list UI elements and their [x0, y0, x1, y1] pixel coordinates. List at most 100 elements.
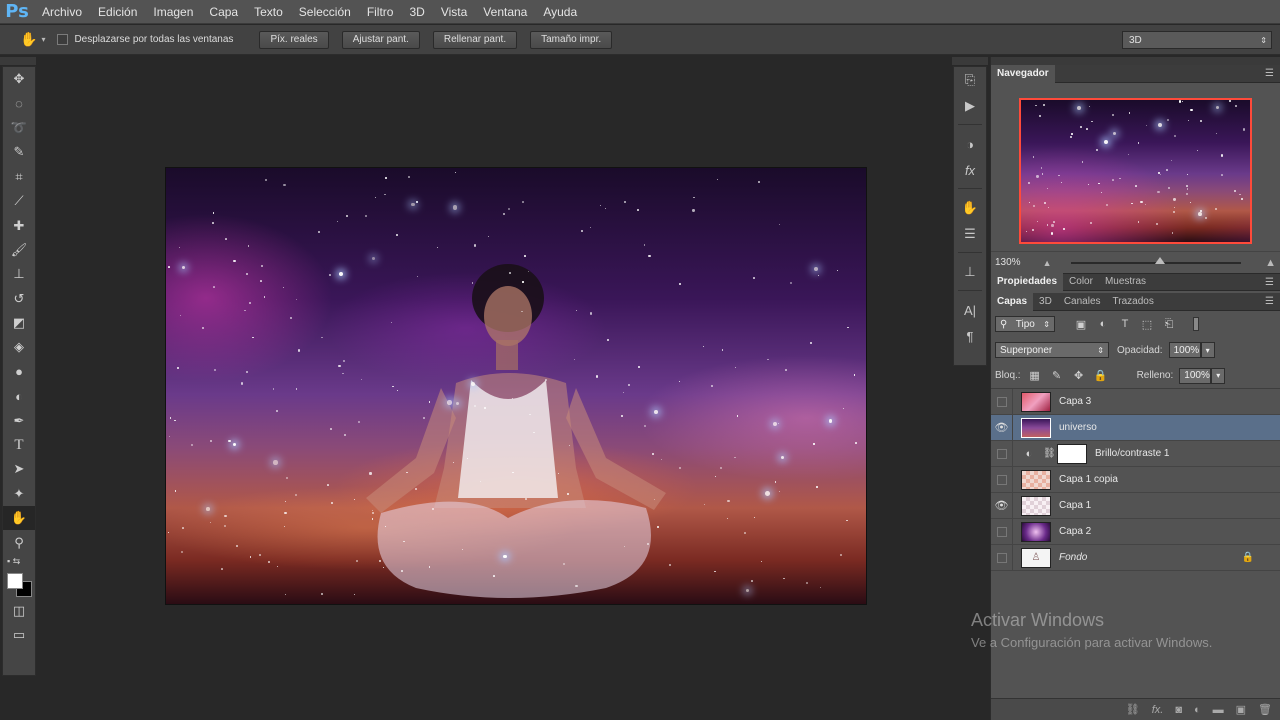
layer-style-fx-icon[interactable]: fx.: [1152, 704, 1164, 716]
menu-ventana[interactable]: Ventana: [475, 0, 535, 24]
scroll-all-checkbox[interactable]: [57, 34, 69, 45]
visibility-toggle[interactable]: [991, 388, 1013, 415]
eyedropper-tool-icon[interactable]: ⟋: [3, 189, 35, 213]
fit-screen-button[interactable]: Ajustar pant.: [341, 30, 420, 49]
print-size-button[interactable]: Tamaño impr.: [530, 30, 613, 49]
menu-ayuda[interactable]: Ayuda: [535, 0, 585, 24]
brush-presets-panel-icon[interactable]: ☰: [954, 221, 986, 247]
layer-row-fondo[interactable]: ♙ Fondo 🔒: [991, 544, 1280, 571]
history-brush-tool-icon[interactable]: ↺: [3, 287, 35, 311]
layer-row-capa-1-copia[interactable]: Capa 1 copia: [991, 466, 1280, 493]
zoom-tool-icon[interactable]: ⚲: [3, 530, 35, 554]
tab-color[interactable]: Color: [1063, 273, 1099, 291]
styles-panel-icon[interactable]: fx: [954, 157, 986, 183]
quick-selection-tool-icon[interactable]: ✎: [3, 140, 35, 164]
zoom-slider-knob[interactable]: [1155, 257, 1165, 264]
dodge-tool-icon[interactable]: ◐: [3, 384, 35, 408]
menu-capa[interactable]: Capa: [201, 0, 246, 24]
history-panel-icon[interactable]: ⎘: [954, 67, 986, 93]
lock-all-icon[interactable]: 🔒: [1093, 369, 1109, 382]
swap-colors-icon[interactable]: ▪ ⇆: [3, 555, 35, 569]
clone-stamp-tool-icon[interactable]: ⊥: [3, 262, 35, 286]
opacity-input[interactable]: 100%: [1168, 342, 1201, 358]
paragraph-panel-icon[interactable]: ¶: [954, 323, 986, 349]
filter-type-icon[interactable]: T: [1117, 318, 1133, 330]
lock-pixels-icon[interactable]: ✎: [1049, 369, 1065, 382]
visibility-toggle[interactable]: [991, 518, 1013, 545]
actual-pixels-button[interactable]: Píx. reales: [259, 30, 329, 49]
color-swatches[interactable]: [3, 569, 35, 599]
healing-brush-tool-icon[interactable]: ✚: [3, 213, 35, 237]
filter-toggle-switch[interactable]: [1193, 317, 1199, 331]
hand-tool-icon[interactable]: ✋: [20, 31, 37, 48]
fill-dropdown[interactable]: ▾: [1211, 367, 1226, 384]
menu-imagen[interactable]: Imagen: [145, 0, 201, 24]
tab-layers[interactable]: Capas: [991, 292, 1034, 311]
visibility-toggle[interactable]: [991, 544, 1013, 571]
fill-input[interactable]: 100%: [1179, 367, 1212, 384]
tab-navigator[interactable]: Navegador: [991, 64, 1055, 83]
quick-mask-icon[interactable]: ◫: [3, 599, 35, 623]
layer-row-brillo-contraste-1[interactable]: ◐ ⛓ Brillo/contraste 1: [991, 440, 1280, 467]
layer-row-capa-2[interactable]: Capa 2: [991, 518, 1280, 545]
pen-tool-icon[interactable]: ✒: [3, 408, 35, 432]
panel-menu-icon[interactable]: ☰: [1265, 277, 1274, 288]
visibility-toggle[interactable]: [991, 466, 1013, 493]
tools-panel-collapse-bar[interactable]: [0, 57, 36, 65]
eye-icon[interactable]: 👁: [991, 492, 1013, 519]
lock-transparent-icon[interactable]: ▦: [1027, 369, 1043, 382]
new-layer-icon[interactable]: ▣: [1236, 703, 1246, 716]
tab-properties[interactable]: Propiedades: [991, 273, 1064, 291]
filter-shape-icon[interactable]: ⬚: [1139, 318, 1155, 331]
add-mask-icon[interactable]: ◙: [1175, 704, 1182, 716]
character-panel-icon[interactable]: A|: [954, 297, 986, 323]
zoom-in-icon[interactable]: ▲: [1265, 257, 1276, 269]
document-canvas[interactable]: [165, 167, 867, 605]
menu-seleccion[interactable]: Selección: [291, 0, 359, 24]
lasso-tool-icon[interactable]: ➰: [3, 116, 35, 140]
zoom-value[interactable]: 130%: [995, 257, 1021, 268]
new-adjustment-layer-icon[interactable]: ◐: [1194, 704, 1201, 716]
filter-pixel-icon[interactable]: ▣: [1073, 318, 1089, 331]
new-group-icon[interactable]: ▬: [1213, 704, 1224, 716]
path-selection-tool-icon[interactable]: ➤: [3, 457, 35, 481]
tab-swatches[interactable]: Muestras: [1099, 273, 1152, 291]
icon-dock-collapse-bar[interactable]: [952, 57, 988, 65]
trash-icon[interactable]: 🗑: [1258, 703, 1272, 716]
type-tool-icon[interactable]: T: [3, 433, 35, 457]
marquee-tool-icon[interactable]: ◌: [3, 91, 35, 115]
eraser-tool-icon[interactable]: ◩: [3, 311, 35, 335]
navigator-thumbnail[interactable]: [1019, 98, 1252, 244]
menu-texto[interactable]: Texto: [246, 0, 291, 24]
scroll-all-windows-option[interactable]: Desplazarse por todas las ventanas: [57, 34, 233, 45]
tab-3d[interactable]: 3D: [1033, 293, 1058, 311]
menu-edicion[interactable]: Edición: [90, 0, 145, 24]
layer-row-universo[interactable]: 👁 universo: [991, 414, 1280, 441]
menu-filtro[interactable]: Filtro: [359, 0, 402, 24]
clone-source-panel-icon[interactable]: ⊥: [954, 259, 986, 285]
zoom-out-icon[interactable]: ▲: [1043, 258, 1052, 268]
opacity-dropdown[interactable]: ▾: [1200, 342, 1215, 358]
layer-row-capa-1[interactable]: 👁 Capa 1: [991, 492, 1280, 519]
tab-paths[interactable]: Trazados: [1107, 293, 1160, 311]
filter-adjustment-icon[interactable]: ◐: [1095, 318, 1111, 330]
layer-row-capa-3[interactable]: Capa 3: [991, 388, 1280, 415]
lock-position-icon[interactable]: ✥: [1071, 369, 1087, 382]
menu-3d[interactable]: 3D: [401, 0, 432, 24]
link-icon[interactable]: ⛓: [1043, 448, 1056, 459]
eye-icon[interactable]: 👁: [991, 414, 1013, 441]
blend-mode-select[interactable]: Superponer ⇕: [995, 342, 1109, 358]
paint-bucket-tool-icon[interactable]: ◈: [3, 335, 35, 359]
visibility-toggle[interactable]: [991, 440, 1013, 467]
crop-tool-icon[interactable]: ⌗: [3, 165, 35, 189]
workspace-select[interactable]: 3D ⇕: [1122, 31, 1272, 49]
menu-vista[interactable]: Vista: [433, 0, 475, 24]
hand-tool-icon-active[interactable]: ✋: [3, 506, 35, 531]
screen-mode-icon[interactable]: ▭: [3, 623, 35, 647]
fill-screen-button[interactable]: Rellenar pant.: [432, 30, 518, 49]
move-tool-icon[interactable]: ✥: [3, 67, 35, 91]
filter-kind-select[interactable]: ⚲ Tipo ⇕: [995, 316, 1055, 332]
foreground-color-swatch[interactable]: [7, 572, 23, 589]
brush-tool-icon[interactable]: 🖌: [3, 238, 35, 262]
menu-archivo[interactable]: Archivo: [34, 0, 90, 24]
